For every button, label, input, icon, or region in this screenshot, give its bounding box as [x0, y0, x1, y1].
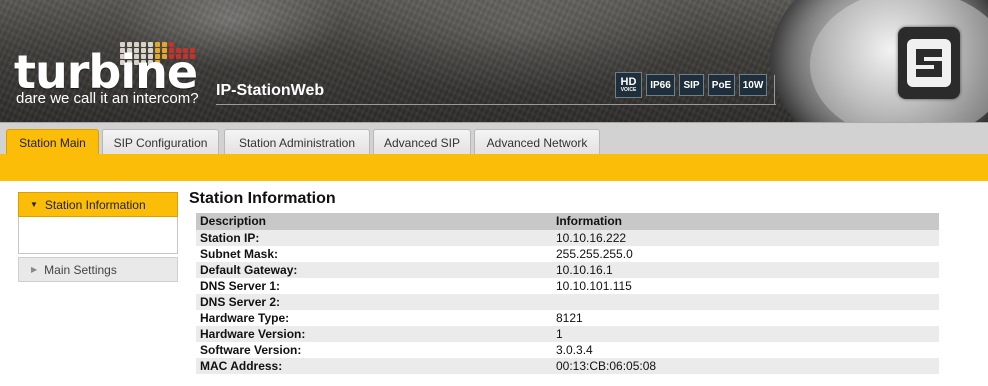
page-title: Station Information — [189, 190, 336, 207]
table-row: Default Gateway: 10.10.16.1 — [196, 262, 939, 278]
table-row: DNS Server 1: 10.10.101.115 — [196, 278, 939, 294]
table-row: MAC Address: 00:13:CB:06:05:08 — [196, 358, 939, 374]
row-label: Hardware Type: — [196, 310, 552, 326]
row-value: 8121 — [552, 310, 939, 326]
badge-sublabel: VOICE — [620, 86, 637, 93]
tab-station-main[interactable]: Station Main — [6, 129, 99, 156]
row-label: MAC Address: — [196, 358, 552, 374]
table-row: Software Version: 3.0.3.4 — [196, 342, 939, 358]
row-value: 10.10.101.115 — [552, 278, 939, 294]
table-row: Hardware Type: 8121 — [196, 310, 939, 326]
row-value: 00:13:CB:06:05:08 — [552, 358, 939, 374]
tab-advanced-sip[interactable]: Advanced SIP — [373, 129, 471, 155]
tab-station-administration[interactable]: Station Administration — [224, 129, 370, 155]
row-label: Default Gateway: — [196, 262, 552, 278]
tab-bar: Station Main SIP Configuration Station A… — [0, 122, 988, 156]
app-title: IP-StationWeb — [216, 82, 325, 99]
sidebar-item-label: Main Settings — [44, 262, 117, 277]
caret-down-icon: ▼ — [30, 200, 38, 209]
row-value: 3.0.3.4 — [552, 342, 939, 358]
sidebar-item-main-settings[interactable]: ▶ Main Settings — [18, 257, 178, 282]
hd-voice-badge: HD VOICE — [615, 72, 642, 98]
table-row: Subnet Mask: 255.255.255.0 — [196, 246, 939, 262]
feature-badges: HD VOICE IP66 SIP PoE 10W — [615, 72, 767, 98]
row-label: Software Version: — [196, 342, 552, 358]
header-banner: turbine dare we call it an intercom? IP-… — [0, 0, 988, 122]
sip-badge: SIP — [679, 74, 704, 96]
column-header-information: Information — [552, 213, 939, 230]
tab-content-strip — [0, 154, 988, 181]
row-value — [552, 294, 939, 310]
header-divider — [216, 104, 776, 105]
table-row: DNS Server 2: — [196, 294, 939, 310]
row-label: DNS Server 1: — [196, 278, 552, 294]
table-row: Hardware Version: 1 — [196, 326, 939, 342]
row-value: 10.10.16.1 — [552, 262, 939, 278]
row-label: Subnet Mask: — [196, 246, 552, 262]
badge-label: HD — [620, 75, 637, 88]
row-value: 10.10.16.222 — [552, 230, 939, 246]
table-header-row: Description Information — [196, 213, 939, 230]
column-header-description: Description — [196, 213, 552, 230]
row-label: DNS Server 2: — [196, 294, 552, 310]
row-label: Hardware Version: — [196, 326, 552, 342]
tab-sip-configuration[interactable]: SIP Configuration — [102, 129, 219, 155]
row-label: Station IP: — [196, 230, 552, 246]
row-value: 255.255.255.0 — [552, 246, 939, 262]
table-row: Station IP: 10.10.16.222 — [196, 230, 939, 246]
brand-logo: turbine — [14, 45, 198, 99]
sidebar-item-station-information[interactable]: ▼ Station Information — [18, 192, 178, 217]
tab-advanced-network[interactable]: Advanced Network — [474, 129, 600, 155]
10w-badge: 10W — [739, 74, 767, 96]
device-logo-icon — [898, 27, 960, 99]
poe-badge: PoE — [708, 74, 735, 96]
row-value: 1 — [552, 326, 939, 342]
station-info-table: Description Information Station IP: 10.1… — [196, 213, 939, 374]
brand-tagline: dare we call it an intercom? — [16, 90, 199, 107]
ip66-badge: IP66 — [646, 74, 675, 96]
sidebar-item-label: Station Information — [44, 197, 146, 212]
header-divider-vertical — [774, 75, 775, 105]
caret-right-icon: ▶ — [31, 265, 38, 274]
